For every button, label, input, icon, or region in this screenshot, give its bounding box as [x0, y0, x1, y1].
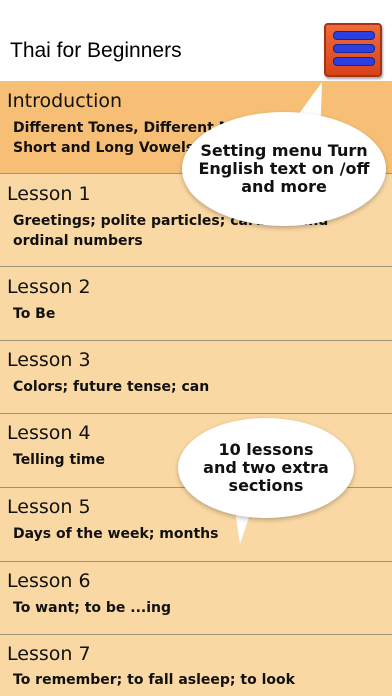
lesson-subtitle: To Be: [13, 306, 56, 322]
lesson-title: Lesson 6: [7, 570, 91, 592]
lesson-subtitle: Colors; future tense; can: [13, 379, 210, 395]
lessons-callout: 10 lessons and two extra sections: [178, 418, 354, 518]
app-header: Thai for Beginners: [0, 0, 392, 81]
lesson-row-3[interactable]: Lesson 3 Colors; future tense; can: [0, 341, 392, 414]
lesson-subtitle: Days of the week; months: [13, 526, 219, 542]
lesson-title: Lesson 2: [7, 276, 91, 298]
menu-bar: [333, 44, 375, 53]
hamburger-menu-icon[interactable]: [324, 23, 382, 77]
lesson-title: Lesson 7: [7, 643, 91, 665]
lesson-title: Lesson 1: [7, 183, 91, 205]
lesson-row-6[interactable]: Lesson 6 To want; to be ...ing: [0, 562, 392, 635]
lesson-subtitle: To remember; to fall asleep; to look: [13, 672, 295, 688]
lesson-row-7[interactable]: Lesson 7 To remember; to fall asleep; to…: [0, 635, 392, 696]
settings-callout: Setting menu Turn English text on /off a…: [182, 112, 386, 226]
lesson-row-2[interactable]: Lesson 2 To Be: [0, 267, 392, 341]
lesson-title: Introduction: [7, 90, 123, 112]
lesson-subtitle: To want; to be ...ing: [13, 600, 172, 616]
menu-bar: [333, 31, 375, 40]
lesson-title: Lesson 4: [7, 422, 91, 444]
lesson-title: Lesson 5: [7, 496, 91, 518]
lesson-title: Lesson 3: [7, 349, 91, 371]
menu-bar: [333, 57, 375, 66]
app-title: Thai for Beginners: [10, 39, 182, 62]
